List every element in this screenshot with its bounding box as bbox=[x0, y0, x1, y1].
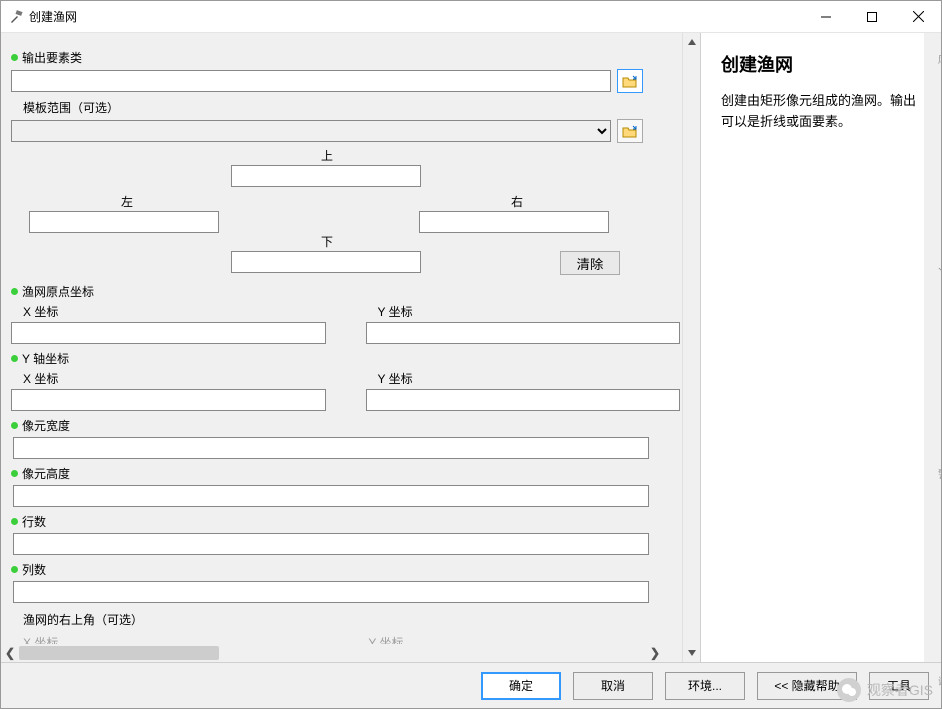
minimize-button[interactable] bbox=[803, 1, 849, 32]
required-bullet-icon bbox=[11, 355, 18, 362]
cell-width-label: 像元宽度 bbox=[11, 417, 680, 434]
close-button[interactable] bbox=[895, 1, 941, 32]
help-title: 创建渔网 bbox=[721, 51, 921, 77]
origin-y-label: Y 坐标 bbox=[378, 303, 681, 320]
environments-button[interactable]: 环境... bbox=[665, 672, 745, 700]
crop-edge: 库、警谢 bbox=[938, 51, 942, 688]
extent-bottom-input[interactable] bbox=[231, 251, 421, 273]
extent-right-label: 右 bbox=[511, 193, 523, 210]
yaxis-y-label: Y 坐标 bbox=[378, 370, 681, 387]
cell-height-label: 像元高度 bbox=[11, 465, 680, 482]
maximize-button[interactable] bbox=[849, 1, 895, 32]
template-extent-label: 模板范围（可选） bbox=[23, 99, 680, 116]
hide-help-button[interactable]: << 隐藏帮助 bbox=[757, 672, 857, 700]
folder-open-icon bbox=[622, 74, 638, 88]
clear-extent-button[interactable]: 清除 bbox=[560, 251, 620, 275]
tool-help-button[interactable]: 工具 bbox=[869, 672, 929, 700]
button-bar: 确定 取消 环境... << 隐藏帮助 工具 bbox=[1, 662, 941, 708]
cols-input[interactable] bbox=[13, 581, 649, 603]
form-pane: 输出要素类 模板范围（可选） bbox=[1, 33, 701, 662]
ok-button[interactable]: 确定 bbox=[481, 672, 561, 700]
browse-output-button[interactable] bbox=[617, 69, 643, 93]
window-controls bbox=[803, 1, 941, 32]
browse-template-button[interactable] bbox=[617, 119, 643, 143]
cancel-button[interactable]: 取消 bbox=[573, 672, 653, 700]
help-text: 创建由矩形像元组成的渔网。输出可以是折线或面要素。 bbox=[721, 91, 921, 133]
origin-x-input[interactable] bbox=[11, 322, 326, 344]
folder-open-icon bbox=[622, 124, 638, 138]
required-bullet-icon bbox=[11, 288, 18, 295]
dialog-window: 创建渔网 输出要素类 bbox=[0, 0, 942, 709]
required-bullet-icon bbox=[11, 54, 18, 61]
extent-bottom-label: 下 bbox=[321, 233, 333, 250]
hammer-icon bbox=[9, 10, 23, 24]
cell-width-input[interactable] bbox=[13, 437, 649, 459]
dialog-body: 输出要素类 模板范围（可选） bbox=[1, 33, 941, 662]
scroll-up-icon[interactable] bbox=[683, 33, 700, 51]
window-title: 创建渔网 bbox=[29, 8, 803, 25]
rows-input[interactable] bbox=[13, 533, 649, 555]
yaxis-x-input[interactable] bbox=[11, 389, 326, 411]
titlebar: 创建渔网 bbox=[1, 1, 941, 33]
origin-x-label: X 坐标 bbox=[23, 303, 326, 320]
required-bullet-icon bbox=[11, 470, 18, 477]
cell-height-input[interactable] bbox=[13, 485, 649, 507]
yaxis-x-label: X 坐标 bbox=[23, 370, 326, 387]
required-bullet-icon bbox=[11, 422, 18, 429]
scroll-left-icon[interactable]: ❮ bbox=[1, 644, 19, 662]
yaxis-y-input[interactable] bbox=[366, 389, 681, 411]
extent-left-label: 左 bbox=[121, 193, 133, 210]
scroll-right-icon[interactable]: ❯ bbox=[646, 644, 664, 662]
required-bullet-icon bbox=[11, 566, 18, 573]
rows-label: 行数 bbox=[11, 513, 680, 530]
horizontal-scrollbar[interactable]: ❮ ❯ bbox=[1, 644, 664, 662]
extent-grid: 上 左 右 下 清除 bbox=[11, 147, 670, 277]
scroll-thumb[interactable] bbox=[19, 646, 219, 660]
help-pane: 创建渔网 创建由矩形像元组成的渔网。输出可以是折线或面要素。 bbox=[701, 33, 941, 662]
cols-label: 列数 bbox=[11, 561, 680, 578]
extent-right-input[interactable] bbox=[419, 211, 609, 233]
output-fc-label: 输出要素类 bbox=[11, 49, 680, 66]
vertical-scrollbar[interactable] bbox=[682, 33, 700, 662]
scroll-down-icon[interactable] bbox=[683, 644, 700, 662]
opp-corner-label: 渔网的右上角（可选） bbox=[23, 611, 680, 628]
template-extent-select[interactable] bbox=[11, 120, 611, 142]
extent-top-input[interactable] bbox=[231, 165, 421, 187]
required-bullet-icon bbox=[11, 518, 18, 525]
extent-left-input[interactable] bbox=[29, 211, 219, 233]
origin-y-input[interactable] bbox=[366, 322, 681, 344]
extent-top-label: 上 bbox=[321, 147, 333, 164]
origin-label: 渔网原点坐标 bbox=[11, 283, 680, 300]
yaxis-label: Y 轴坐标 bbox=[11, 350, 680, 367]
output-fc-input[interactable] bbox=[11, 70, 611, 92]
